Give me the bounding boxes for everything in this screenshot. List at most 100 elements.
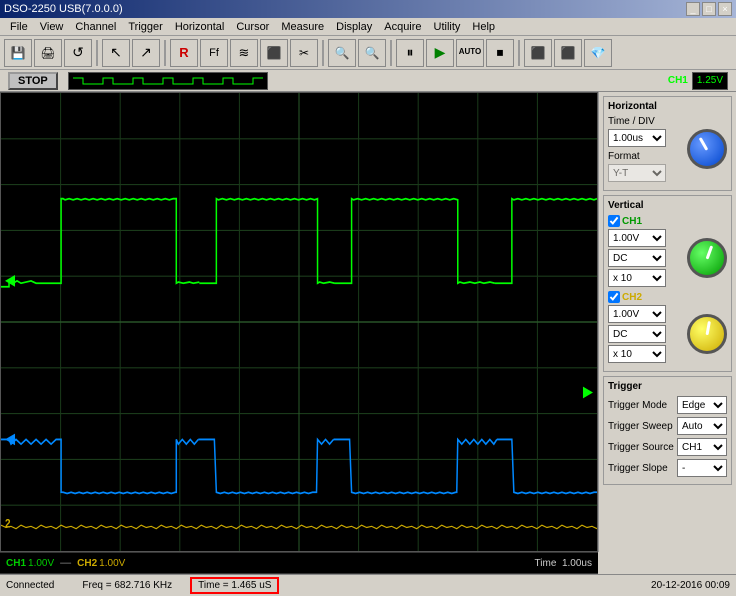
trigger-sweep-label: Trigger Sweep bbox=[608, 421, 673, 432]
ch1-status-label: CH1 bbox=[6, 558, 26, 569]
time-label: Time bbox=[535, 558, 557, 569]
title-bar: DSO-2250 USB(7.0.0.0) _ □ × bbox=[0, 0, 736, 18]
trigger-slope-row: Trigger Slope - bbox=[608, 459, 727, 477]
connected-status: Connected bbox=[6, 580, 54, 591]
time-div-label: Time / DIV bbox=[608, 116, 655, 127]
vertical-title: Vertical bbox=[608, 200, 727, 211]
ch2-status-label: CH2 bbox=[77, 558, 97, 569]
sep1: — bbox=[60, 557, 71, 569]
pause-tool[interactable]: ⏸ bbox=[396, 39, 424, 67]
diamond-tool[interactable]: 💎 bbox=[584, 39, 612, 67]
ch1-knob[interactable] bbox=[687, 238, 727, 278]
channel-status-bar: CH1 1.00V — CH2 1.00V Time 1.00us bbox=[0, 552, 598, 574]
maximize-button[interactable]: □ bbox=[702, 2, 716, 16]
trigger-section: Trigger Trigger Mode Edge Trigger Sweep … bbox=[603, 376, 732, 485]
trigger-source-select[interactable]: CH1 bbox=[677, 438, 727, 456]
time-status: Time 1.00us bbox=[535, 558, 592, 569]
horizontal-knob-row: Time / DIV 1.00us Format Y-T bbox=[608, 116, 727, 182]
menu-help[interactable]: Help bbox=[466, 21, 501, 33]
oscilloscope-grid: 2 bbox=[1, 93, 597, 551]
trigger-sweep-select[interactable]: Auto bbox=[677, 417, 727, 435]
menu-view[interactable]: View bbox=[34, 21, 70, 33]
cursor-tool[interactable]: ↖ bbox=[102, 39, 130, 67]
status-bottom: Connected Freq = 682.716 KHz Time = 1.46… bbox=[0, 574, 736, 596]
svg-text:2: 2 bbox=[5, 518, 11, 531]
close-button[interactable]: × bbox=[718, 2, 732, 16]
right-panel: Horizontal Time / DIV 1.00us Format Y-T bbox=[598, 92, 736, 552]
vertical-section: Vertical CH1 1.00V DC x 10 bbox=[603, 195, 732, 372]
ch1-probe-select[interactable]: x 10 bbox=[608, 269, 666, 287]
frequency-display: Freq = 682.716 KHz bbox=[82, 580, 172, 591]
ch2-knob[interactable] bbox=[687, 314, 727, 354]
status-top: STOP CH1 1.25V bbox=[0, 70, 736, 92]
ch2-probe-select[interactable]: x 10 bbox=[608, 345, 666, 363]
auto-tool[interactable]: AUTO bbox=[456, 39, 484, 67]
ch1-label: CH1 bbox=[622, 216, 642, 227]
main-area: 2 Horizontal Time / DIV 1.00us Format bbox=[0, 92, 736, 552]
format-select[interactable]: Y-T bbox=[608, 164, 666, 182]
horizontal-section: Horizontal Time / DIV 1.00us Format Y-T bbox=[603, 96, 732, 191]
ch2-checkbox[interactable] bbox=[608, 291, 620, 303]
zoom-in-tool[interactable]: 🔍 bbox=[328, 39, 356, 67]
oscilloscope-display: 2 bbox=[0, 92, 598, 552]
horizontal-title: Horizontal bbox=[608, 101, 727, 112]
save-tool[interactable]: 💾 bbox=[4, 39, 32, 67]
ch1-coupling-select[interactable]: DC bbox=[608, 249, 666, 267]
menu-cursor[interactable]: Cursor bbox=[230, 21, 275, 33]
ch1-voltage-indicator: 1.25V bbox=[692, 72, 728, 90]
fill-tool[interactable]: ⬛ bbox=[260, 39, 288, 67]
ch1-row: CH1 bbox=[608, 215, 727, 227]
menu-channel[interactable]: Channel bbox=[69, 21, 122, 33]
grid-tool[interactable]: ≋ bbox=[230, 39, 258, 67]
time-measurement-display: Time = 1.465 uS bbox=[190, 577, 279, 594]
channel-tool[interactable]: ⬛ bbox=[524, 39, 552, 67]
trigger-waveform bbox=[68, 72, 268, 90]
horizontal-knob[interactable] bbox=[687, 129, 727, 169]
ch1-controls-row: 1.00V DC x 10 bbox=[608, 229, 727, 287]
toolbar-sep2 bbox=[164, 40, 166, 66]
menu-acquire[interactable]: Acquire bbox=[378, 21, 427, 33]
menu-trigger[interactable]: Trigger bbox=[122, 21, 168, 33]
time-measurement-value: Time = 1.465 uS bbox=[198, 580, 271, 591]
format-tool[interactable]: Ff bbox=[200, 39, 228, 67]
menu-horizontal[interactable]: Horizontal bbox=[169, 21, 231, 33]
stop-button[interactable]: STOP bbox=[8, 72, 58, 90]
ch2-controls-row: 1.00V DC x 10 bbox=[608, 305, 727, 363]
run-tool[interactable]: R bbox=[170, 39, 198, 67]
trigger-title: Trigger bbox=[608, 381, 727, 392]
trigger-slope-select[interactable]: - bbox=[677, 459, 727, 477]
minimize-button[interactable]: _ bbox=[686, 2, 700, 16]
measure-tool[interactable]: ⬛ bbox=[554, 39, 582, 67]
menu-display[interactable]: Display bbox=[330, 21, 378, 33]
zoom-out-tool[interactable]: 🔍 bbox=[358, 39, 386, 67]
ch2-status-volt: 1.00V bbox=[99, 558, 125, 569]
trigger-mode-row: Trigger Mode Edge bbox=[608, 396, 727, 414]
trigger-slope-label: Trigger Slope bbox=[608, 463, 668, 474]
ch2-volt-select[interactable]: 1.00V bbox=[608, 305, 666, 323]
toolbar-sep5 bbox=[518, 40, 520, 66]
cut-tool[interactable]: ✂ bbox=[290, 39, 318, 67]
trigger-sweep-row: Trigger Sweep Auto bbox=[608, 417, 727, 435]
ch1-status-volt: 1.00V bbox=[28, 558, 54, 569]
window-title: DSO-2250 USB(7.0.0.0) bbox=[4, 3, 123, 15]
undo-tool[interactable]: ↺ bbox=[64, 39, 92, 67]
menu-utility[interactable]: Utility bbox=[428, 21, 467, 33]
time-div-select[interactable]: 1.00us bbox=[608, 129, 666, 147]
ch2-coupling-select[interactable]: DC bbox=[608, 325, 666, 343]
ch1-volt-select[interactable]: 1.00V bbox=[608, 229, 666, 247]
trigger-source-row: Trigger Source CH1 bbox=[608, 438, 727, 456]
ch1-checkbox[interactable] bbox=[608, 215, 620, 227]
select-tool[interactable]: ↗ bbox=[132, 39, 160, 67]
trigger-source-label: Trigger Source bbox=[608, 442, 674, 453]
play-tool[interactable]: ▶ bbox=[426, 39, 454, 67]
menu-file[interactable]: File bbox=[4, 21, 34, 33]
trigger-mode-label: Trigger Mode bbox=[608, 400, 667, 411]
format-label: Format bbox=[608, 151, 640, 162]
menu-measure[interactable]: Measure bbox=[275, 21, 330, 33]
trigger-mode-select[interactable]: Edge bbox=[677, 396, 727, 414]
toolbar-sep4 bbox=[390, 40, 392, 66]
ch2-row: CH2 bbox=[608, 291, 727, 303]
stop-tool[interactable]: ⏹ bbox=[486, 39, 514, 67]
print-tool[interactable]: 🖨 bbox=[34, 39, 62, 67]
toolbar-sep1 bbox=[96, 40, 98, 66]
